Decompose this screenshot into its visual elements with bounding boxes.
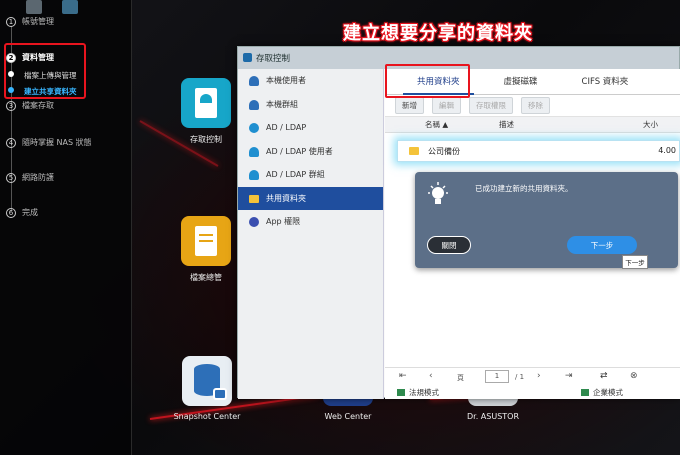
step-label: 帳號管理 <box>22 17 54 26</box>
nav-ad-ldap[interactable]: AD / LDAP <box>238 116 383 140</box>
page-input[interactable]: 1 <box>485 370 509 383</box>
window-nav: 本機使用者 本機群組 AD / LDAP AD / LDAP 使用者 AD / … <box>238 69 384 399</box>
success-dialog: 已成功建立新的共用資料夾。 關閉 下一步 <box>415 172 678 268</box>
next-button[interactable]: 下一步 <box>567 236 637 254</box>
highlight-box <box>385 64 470 98</box>
nav-ad-ldap-users[interactable]: AD / LDAP 使用者 <box>238 140 383 164</box>
toolbar: 新增 編輯 存取權限 移除 <box>385 95 680 117</box>
document-icon <box>181 216 231 266</box>
nav-ad-ldap-groups[interactable]: AD / LDAP 群組 <box>238 163 383 187</box>
nav-label: AD / LDAP 群組 <box>266 170 325 180</box>
step-1[interactable]: 1 帳號管理 <box>6 16 54 27</box>
app-icon <box>249 217 259 227</box>
regulation-mode-label: 法規模式 <box>409 388 439 397</box>
nav-local-users[interactable]: 本機使用者 <box>238 69 383 93</box>
user-icon <box>249 76 259 86</box>
row-size: 4.00 <box>658 146 676 155</box>
app-access-control[interactable]: 存取控制 <box>172 78 240 145</box>
column-description[interactable]: 描述 <box>499 119 514 130</box>
app-label: 存取控制 <box>190 135 222 144</box>
group-icon <box>249 99 259 110</box>
step-label: 完成 <box>22 208 38 217</box>
table-row[interactable]: 公司備份 4.00 <box>397 140 680 162</box>
step-number: 6 <box>6 207 16 218</box>
app-label: Web Center <box>324 412 372 421</box>
app-label: 檔案總管 <box>190 273 222 282</box>
first-page-icon[interactable]: ⇤ <box>399 371 407 381</box>
clear-icon[interactable]: ⊗ <box>630 371 638 381</box>
step-number: 3 <box>6 100 16 111</box>
app-file-explorer[interactable]: 檔案總管 <box>172 216 240 283</box>
group-icon <box>249 170 259 180</box>
close-button[interactable]: 關閉 <box>427 236 471 254</box>
row-name: 公司備份 <box>428 147 460 156</box>
app-icon <box>62 0 78 14</box>
next-tooltip: 下一步 <box>622 255 648 269</box>
step-number: 5 <box>6 172 16 183</box>
step-5[interactable]: 5 網路防護 <box>6 172 54 183</box>
step-3[interactable]: 3 檔案存取 <box>6 100 54 111</box>
step-number: 4 <box>6 137 16 148</box>
table-header: 名稱 ▲ 描述 大小 <box>385 117 680 133</box>
ad-icon <box>249 123 259 133</box>
nav-app-permissions[interactable]: App 權限 <box>238 210 383 234</box>
step-label: 檔案存取 <box>22 101 54 110</box>
lightbulb-icon <box>428 182 448 204</box>
pagination: ⇤ ‹ 頁 1 / 1 › ⇥ ⇄ ⊗ <box>385 367 680 385</box>
step-6[interactable]: 6 完成 <box>6 207 38 218</box>
nav-label: 共用資料夾 <box>266 193 306 203</box>
nav-label: AD / LDAP 使用者 <box>266 146 333 156</box>
edit-button[interactable]: 編輯 <box>432 97 461 114</box>
app-icon <box>26 0 42 14</box>
step-4[interactable]: 4 隨時掌握 NAS 狀態 <box>6 137 92 148</box>
column-name[interactable]: 名稱 ▲ <box>425 119 448 130</box>
id-badge-icon <box>181 78 231 128</box>
column-size[interactable]: 大小 <box>643 119 658 130</box>
tab-virtual-disk[interactable]: 虛擬磁碟 <box>482 75 560 94</box>
prev-page-icon[interactable]: ‹ <box>429 371 433 381</box>
enterprise-folder-icon <box>581 389 589 396</box>
app-label: Snapshot Center <box>173 412 241 421</box>
tab-cifs-folder[interactable]: CIFS 資料夾 <box>560 75 651 94</box>
app-snapshot-center[interactable]: Snapshot Center <box>170 356 244 421</box>
dialog-message: 已成功建立新的共用資料夾。 <box>475 184 573 193</box>
nav-shared-folders[interactable]: 共用資料夾 <box>238 186 383 210</box>
app-label: Dr. ASUSTOR <box>466 412 520 421</box>
database-icon <box>182 356 232 406</box>
folder-icon <box>409 147 419 155</box>
folder-icon <box>249 194 259 203</box>
step-label: 隨時掌握 NAS 狀態 <box>22 138 92 147</box>
next-page-icon[interactable]: › <box>537 371 541 381</box>
callout-banner: 建立想要分享的資料夾 <box>343 23 533 44</box>
access-control-icon <box>243 53 252 62</box>
refresh-icon[interactable]: ⇄ <box>600 371 608 381</box>
step-label: 網路防護 <box>22 173 54 182</box>
enterprise-mode-label: 企業模式 <box>593 388 623 397</box>
nav-local-groups[interactable]: 本機群組 <box>238 93 383 117</box>
access-rights-button[interactable]: 存取權限 <box>469 97 513 114</box>
footer-legend: 法規模式 企業模式 <box>385 387 680 399</box>
highlight-box <box>4 43 86 99</box>
column-label: 名稱 <box>425 120 440 129</box>
nav-label: 本機使用者 <box>266 76 306 86</box>
remove-button[interactable]: 移除 <box>521 97 550 114</box>
add-button[interactable]: 新增 <box>395 97 424 114</box>
nav-label: 本機群組 <box>266 99 298 109</box>
window-title: 存取控制 <box>256 54 291 64</box>
user-icon <box>249 146 259 157</box>
wizard-sidebar: 1 帳號管理 2 資料管理 檔案上傳與管理 建立共享資料夾 3 檔案存取 4 隨… <box>0 0 132 455</box>
nav-label: AD / LDAP <box>266 123 307 133</box>
page-total: / 1 <box>515 373 525 381</box>
nav-label: App 權限 <box>266 217 301 227</box>
last-page-icon[interactable]: ⇥ <box>565 371 573 381</box>
step-number: 1 <box>6 16 16 27</box>
page-label: 頁 <box>457 374 464 382</box>
regulation-folder-icon <box>397 389 405 396</box>
